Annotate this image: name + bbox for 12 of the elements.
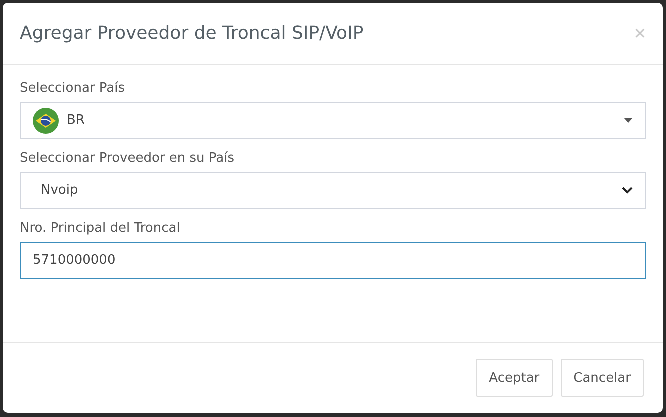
caret-icon	[624, 118, 633, 123]
flag-icon	[33, 108, 59, 134]
provider-select[interactable]: Nvoip	[20, 172, 646, 209]
input-field[interactable]: 5710000000	[20, 242, 646, 279]
field-label: Nro. Principal del Troncal	[20, 221, 182, 236]
chevron-down-icon	[622, 187, 633, 194]
dialog-button[interactable]: Aceptar	[476, 359, 553, 397]
field-label: Seleccionar País	[20, 81, 126, 96]
dialog-title: Agregar Proveedor de Troncal SIP/VoIP	[20, 23, 364, 44]
country-select[interactable]: BR	[20, 102, 646, 139]
field-label: Seleccionar Proveedor en su País	[20, 151, 236, 166]
dialog-button[interactable]: Cancelar	[560, 359, 644, 397]
